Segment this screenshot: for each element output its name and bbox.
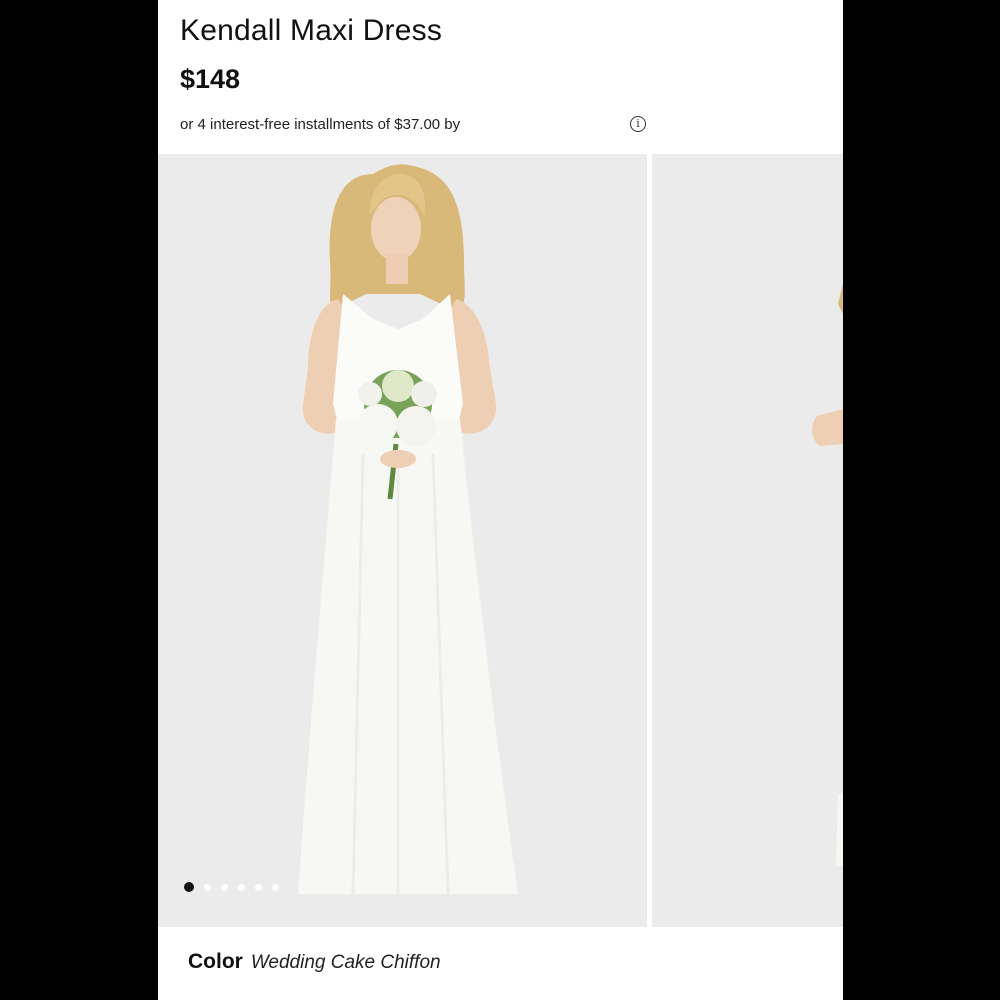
- gallery-dot-5[interactable]: [255, 883, 262, 891]
- installments-text: or 4 interest-free installments of $37.0…: [180, 116, 461, 133]
- color-selector: Color Wedding Cake Chiffon: [188, 950, 441, 974]
- gallery-dot-2[interactable]: [204, 883, 211, 891]
- info-icon[interactable]: i: [630, 116, 646, 132]
- model-photo-peek: [652, 154, 843, 927]
- color-value: Wedding Cake Chiffon: [250, 952, 441, 973]
- product-title: Kendall Maxi Dress: [180, 14, 443, 47]
- letterbox-frame: Kendall Maxi Dress $148 or 4 interest-fr…: [0, 0, 1000, 1000]
- product-image-gallery[interactable]: [158, 154, 843, 927]
- gallery-dot-3[interactable]: [221, 883, 228, 891]
- gallery-dot-6[interactable]: [272, 883, 279, 891]
- model-photo: [158, 154, 647, 927]
- product-image-next[interactable]: [652, 154, 843, 927]
- gallery-dot-1[interactable]: [184, 882, 194, 892]
- product-image-main[interactable]: [158, 154, 647, 927]
- product-price: $148: [180, 64, 241, 94]
- product-page: Kendall Maxi Dress $148 or 4 interest-fr…: [158, 0, 843, 1000]
- gallery-dot-4[interactable]: [238, 883, 245, 891]
- color-label: Color: [188, 950, 243, 973]
- gallery-pagination: [184, 882, 279, 892]
